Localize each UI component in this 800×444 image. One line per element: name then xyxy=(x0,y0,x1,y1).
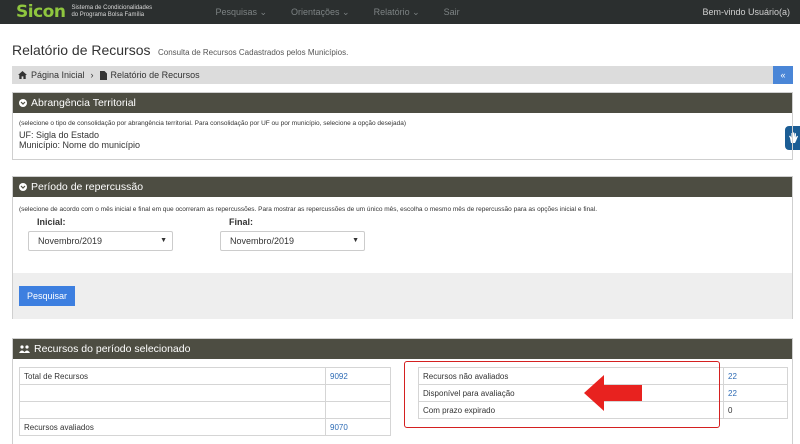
left-arrow-icon xyxy=(584,375,642,411)
row-value[interactable]: 9070 xyxy=(325,418,391,436)
panel-recursos-header[interactable]: Recursos do período selecionado xyxy=(13,339,792,359)
table-row xyxy=(19,384,391,402)
page-title: Relatório de Recursos xyxy=(12,42,151,58)
inicial-select[interactable]: Novembro/2019 ▼ xyxy=(28,231,173,251)
row-label: Total de Recursos xyxy=(19,367,326,385)
main-nav: Pesquisas ⌄ Orientações ⌄ Relatório ⌄ Sa… xyxy=(215,7,483,18)
logo-subtitle-line2: do Programa Bolsa Família xyxy=(71,12,145,18)
breadcrumb-current: Relatório de Recursos xyxy=(99,70,200,80)
panel-periodo: Período de repercussão (selecione de aco… xyxy=(12,176,793,319)
panel-periodo-body: (selecione de acordo com o mês inicial e… xyxy=(13,197,792,319)
form-actions-band xyxy=(13,273,792,319)
chevron-circle-icon xyxy=(19,99,27,107)
sicon-logo[interactable]: Sicon Sistema de Condicionalidades do Pr… xyxy=(16,2,171,22)
pesquisar-button[interactable]: Pesquisar xyxy=(19,286,75,306)
row-label xyxy=(19,401,326,419)
logo-subtitle: Sistema de Condicionalidades do Programa… xyxy=(71,5,171,19)
panel-abrangencia-header[interactable]: Abrangência Territorial xyxy=(13,93,792,113)
row-label xyxy=(19,384,326,402)
home-icon xyxy=(18,71,27,79)
nav-orientacoes[interactable]: Orientações ⌄ xyxy=(291,7,350,18)
logo-wordmark: Sicon xyxy=(16,2,66,22)
nav-pesquisas[interactable]: Pesquisas ⌄ xyxy=(215,7,267,18)
table-row: Total de Recursos 9092 xyxy=(19,367,391,385)
row-value[interactable]: 9092 xyxy=(325,367,391,385)
breadcrumb-home[interactable]: Página Inicial xyxy=(18,70,85,80)
table-row: Recursos avaliados 9070 xyxy=(19,418,391,436)
collapse-button[interactable]: « xyxy=(773,66,793,84)
panel-abrangencia-body: (selecione o tipo de consolidação por ab… xyxy=(13,113,792,157)
caret-down-icon: ▼ xyxy=(352,237,359,244)
abrangencia-hint: (selecione o tipo de consolidação por ab… xyxy=(19,120,406,127)
nav-relatorio[interactable]: Relatório ⌄ xyxy=(374,7,420,18)
row-value[interactable]: 22 xyxy=(723,367,788,385)
panel-abrangencia-title: Abrangência Territorial xyxy=(31,97,136,109)
caret-down-icon: ▼ xyxy=(160,237,167,244)
logo-subtitle-line1: Sistema de Condicionalidades xyxy=(71,5,153,11)
row-value xyxy=(325,401,391,419)
recursos-left-table: Total de Recursos 9092 Recursos avaliado… xyxy=(19,367,391,436)
panel-periodo-title: Período de repercussão xyxy=(31,181,144,193)
users-icon xyxy=(19,345,30,353)
inicial-select-value: Novembro/2019 xyxy=(38,236,103,246)
highlight-box xyxy=(404,361,720,428)
panel-periodo-header[interactable]: Período de repercussão xyxy=(13,177,792,197)
final-select-value: Novembro/2019 xyxy=(230,236,295,246)
breadcrumb: Página Inicial › Relatório de Recursos « xyxy=(12,66,793,84)
row-value xyxy=(325,384,391,402)
welcome-user[interactable]: Bem-vindo Usuário(a) xyxy=(702,7,790,17)
page-subtitle: Consulta de Recursos Cadastrados pelos M… xyxy=(157,48,349,57)
inicial-label: Inicial: xyxy=(37,217,66,227)
periodo-hint: (selecione de acordo com o mês inicial e… xyxy=(19,206,598,213)
table-row xyxy=(19,401,391,419)
breadcrumb-home-label: Página Inicial xyxy=(31,70,85,80)
row-value[interactable]: 22 xyxy=(723,384,788,402)
panel-abrangencia: Abrangência Territorial (selecione o tip… xyxy=(12,92,793,160)
final-label: Final: xyxy=(229,217,253,227)
panel-recursos-title: Recursos do período selecionado xyxy=(34,343,191,355)
chevron-right-icon: › xyxy=(90,70,94,80)
top-navbar: Sicon Sistema de Condicionalidades do Pr… xyxy=(0,0,800,24)
document-icon xyxy=(99,70,107,80)
breadcrumb-current-label: Relatório de Recursos xyxy=(110,70,200,80)
nav-sair[interactable]: Sair xyxy=(444,7,460,18)
uf-line: UF: Sigla do Estado xyxy=(19,130,100,140)
row-label: Recursos avaliados xyxy=(19,418,326,436)
row-value: 0 xyxy=(723,401,788,419)
chevron-circle-icon xyxy=(19,183,27,191)
municipio-line: Município: Nome do município xyxy=(19,140,141,150)
page-title-row: Relatório de Recursos Consulta de Recurs… xyxy=(12,42,348,60)
final-select[interactable]: Novembro/2019 ▼ xyxy=(220,231,365,251)
